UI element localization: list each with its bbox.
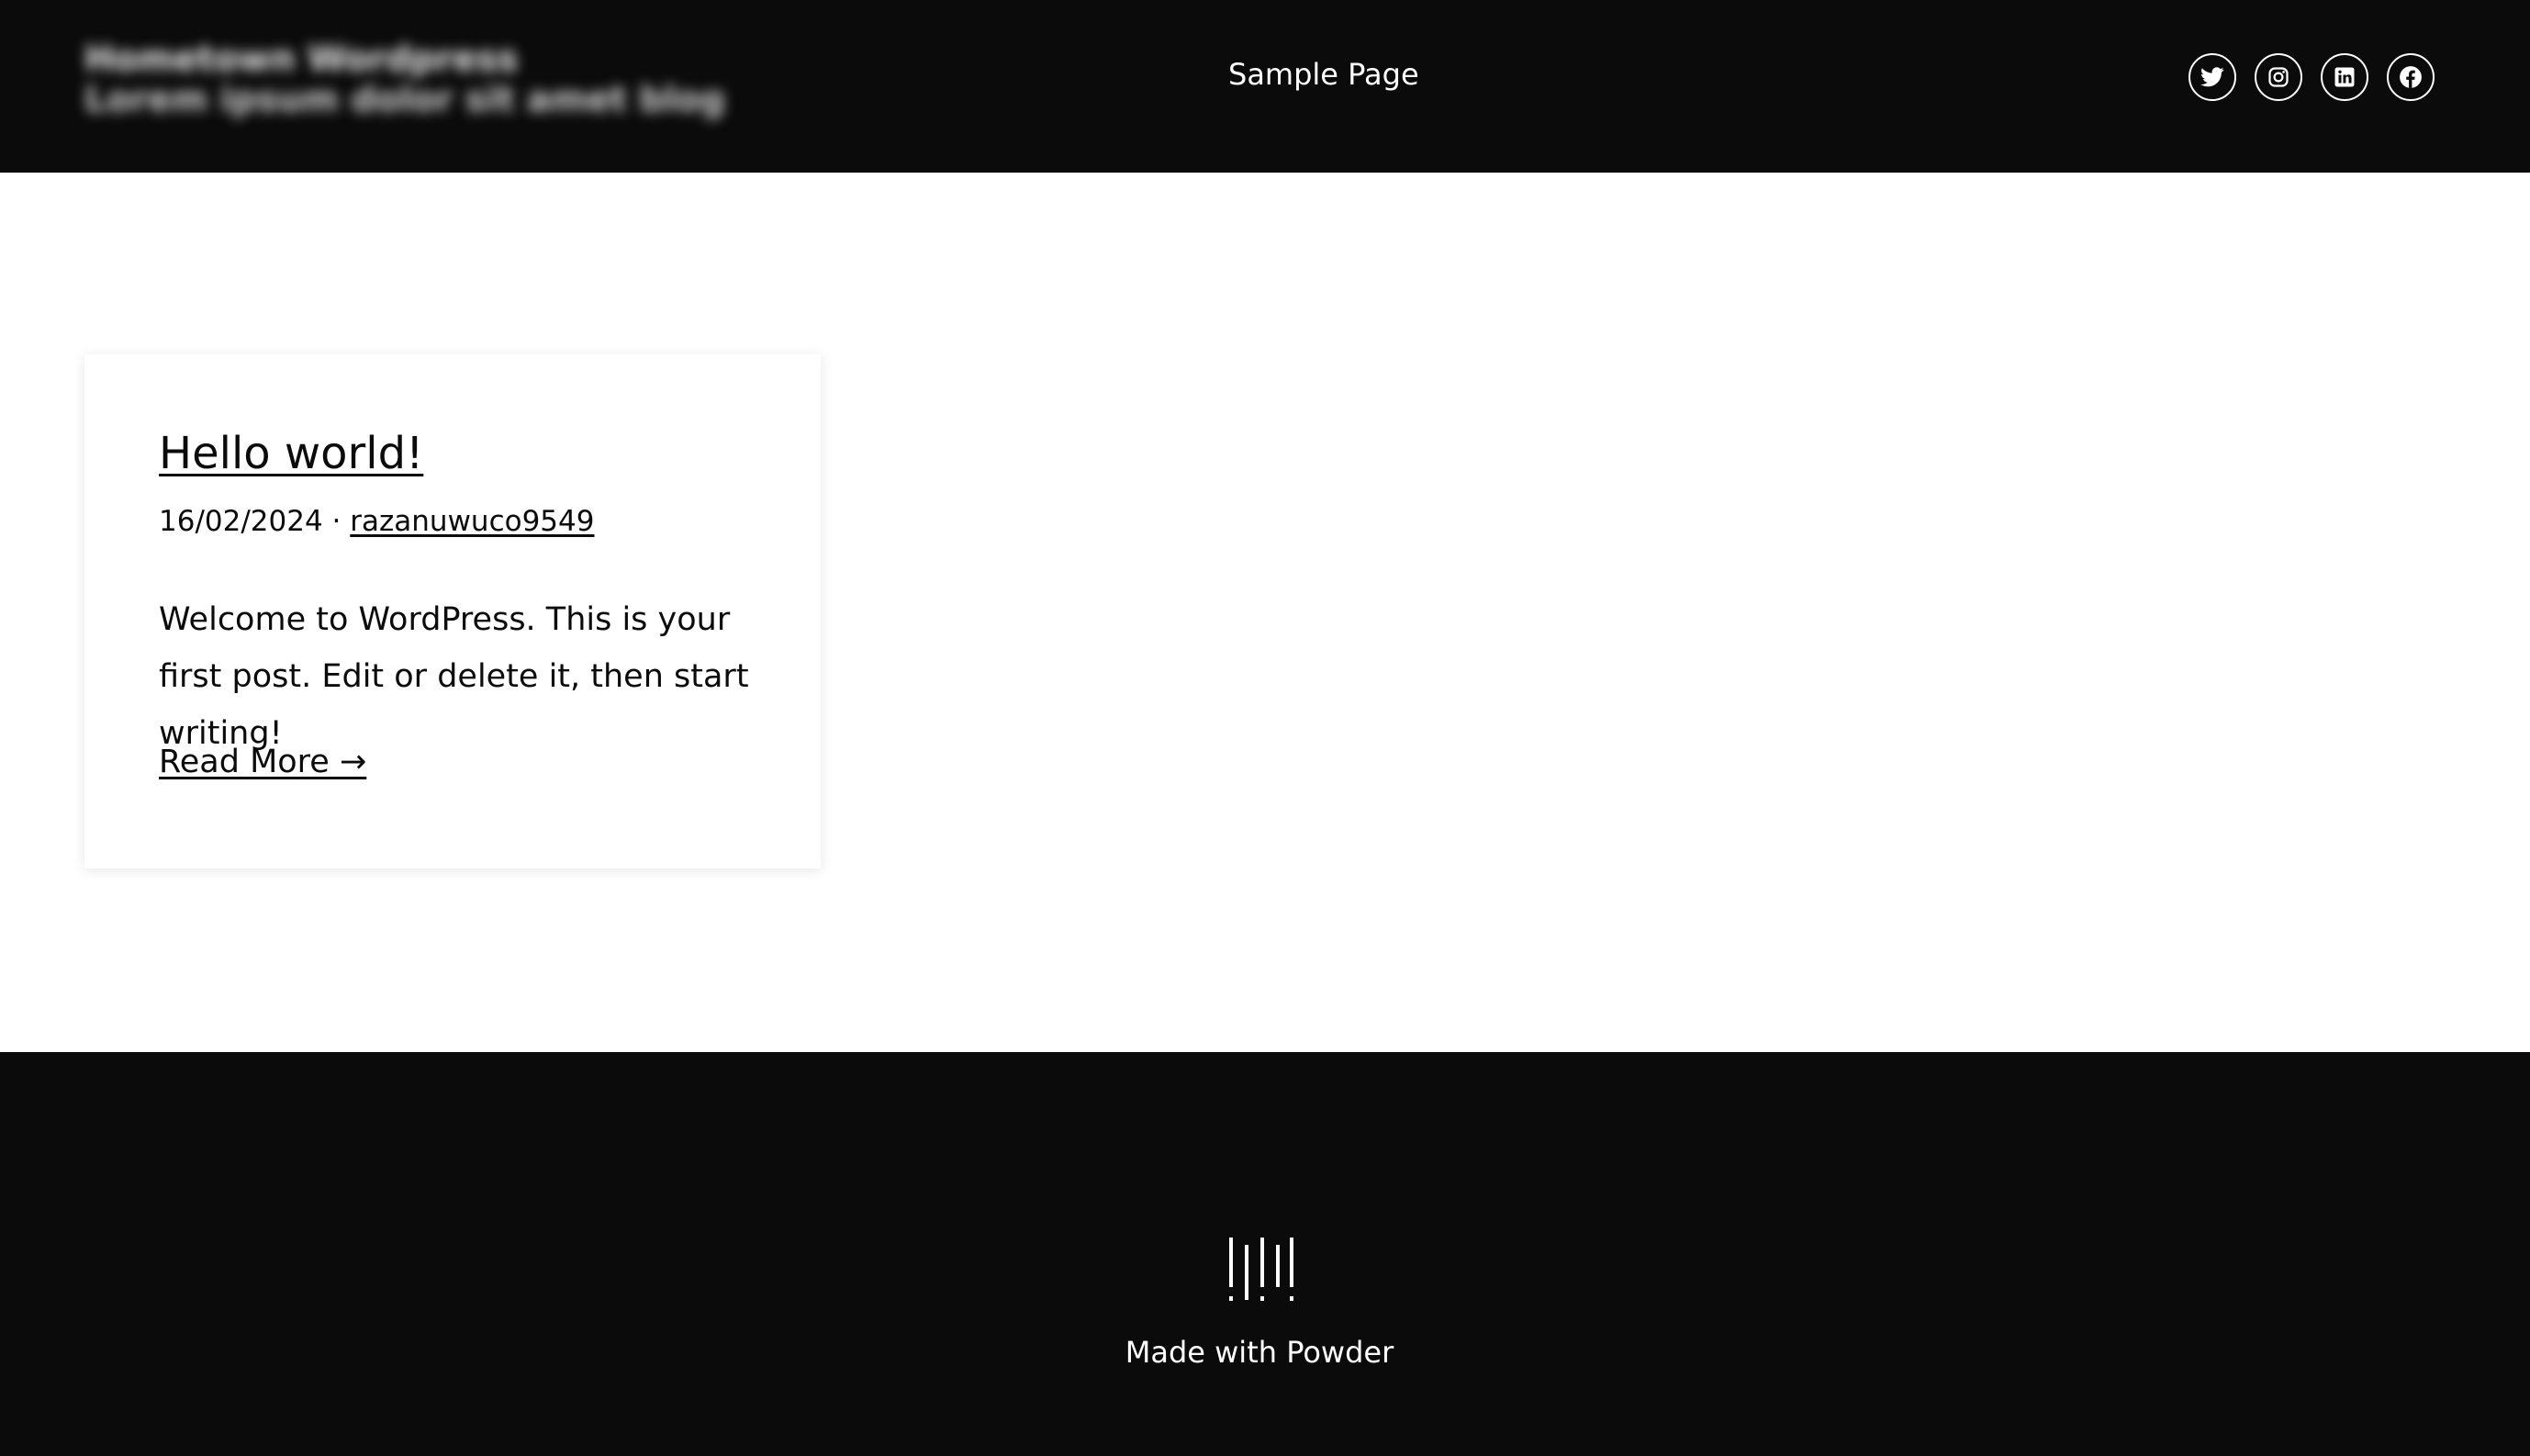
social-links xyxy=(2189,53,2435,101)
site-branding[interactable]: Hometown Wordpress Lorem ipsum dolor sit… xyxy=(84,39,725,121)
post-card: Hello world! 16/02/2024 · razanuwuco9549… xyxy=(84,354,821,868)
post-meta: 16/02/2024 · razanuwuco9549 xyxy=(159,505,594,538)
post-date: 16/02/2024 xyxy=(159,505,323,538)
site-header: Hometown Wordpress Lorem ipsum dolor sit… xyxy=(0,0,2530,173)
powder-logo-icon xyxy=(1229,1238,1293,1301)
instagram-link[interactable] xyxy=(2255,53,2302,101)
site-tagline: Lorem ipsum dolor sit amet blog xyxy=(84,79,725,119)
instagram-icon xyxy=(2268,67,2289,87)
site-title[interactable]: Hometown Wordpress xyxy=(84,39,519,79)
site-footer: Made with Powder xyxy=(0,1052,2530,1456)
linkedin-link[interactable] xyxy=(2321,53,2368,101)
facebook-link[interactable] xyxy=(2387,53,2435,101)
linkedin-icon xyxy=(2334,67,2355,87)
footer-credit: Made with Powder xyxy=(1125,1335,1394,1370)
twitter-icon xyxy=(2200,67,2224,87)
nav-link-sample-page[interactable]: Sample Page xyxy=(1228,57,1419,92)
facebook-icon xyxy=(2400,66,2422,88)
read-more-link[interactable]: Read More → xyxy=(159,744,366,780)
twitter-link[interactable] xyxy=(2189,53,2236,101)
post-title-link[interactable]: Hello world! xyxy=(159,428,423,479)
meta-separator: · xyxy=(331,505,341,538)
post-excerpt: Welcome to WordPress. This is your first… xyxy=(159,601,749,752)
post-author-link[interactable]: razanuwuco9549 xyxy=(350,505,594,538)
